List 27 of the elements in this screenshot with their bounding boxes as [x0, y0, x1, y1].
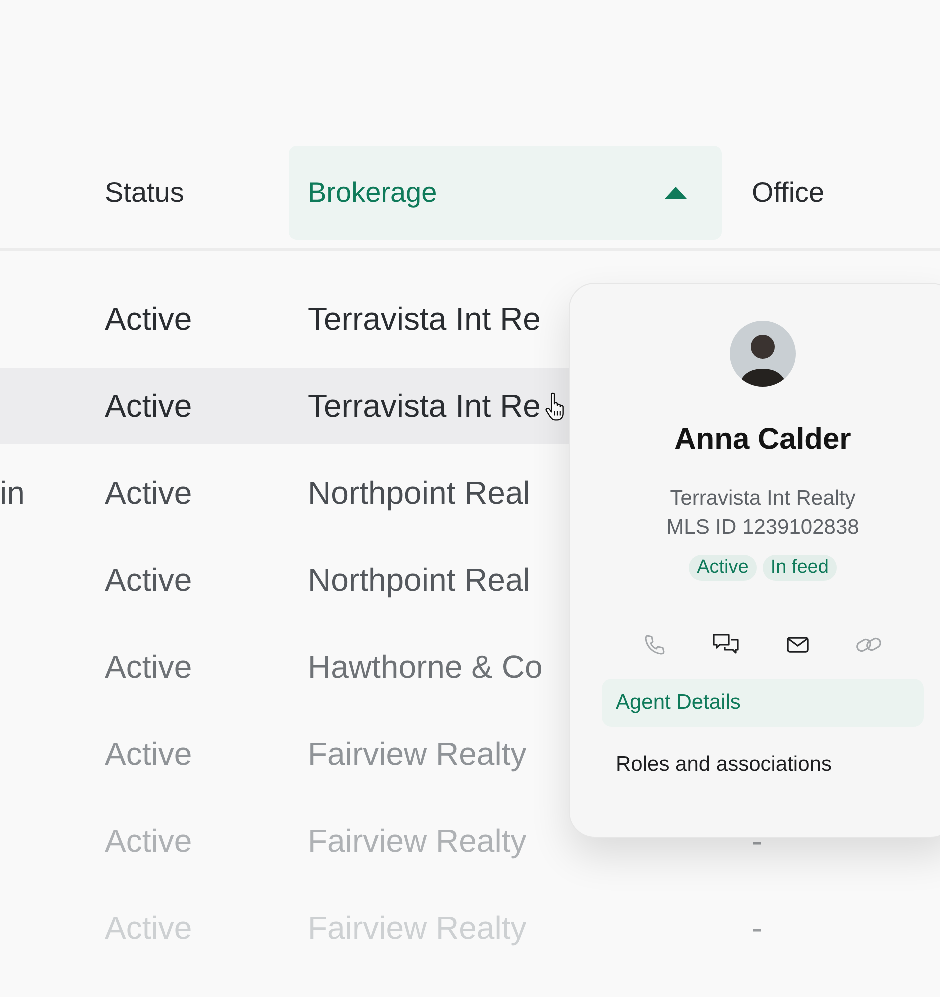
table-cell: - [752, 822, 763, 858]
table-cell: Northpoint Real [308, 474, 530, 510]
table-cell: Active [105, 648, 192, 684]
table-cell: Fairview Realty [308, 822, 527, 858]
table-cell: Active [105, 388, 192, 424]
menu-item[interactable]: Agent Details [602, 679, 924, 727]
table-cell: Northpoint Real [308, 562, 530, 598]
table-cell: Fairview Realty [308, 736, 527, 772]
table-cell: Active [105, 300, 192, 336]
hand-cursor-icon [545, 392, 567, 422]
agent-brokerage: Terravista Int Realty [670, 486, 856, 512]
column-header[interactable]: Status [105, 146, 289, 240]
mail-icon[interactable] [786, 635, 810, 655]
table-cell: Terravista Int Re [308, 388, 541, 424]
sorted-column-header[interactable]: Brokerage [289, 146, 722, 240]
menu-item[interactable]: Roles and associations [602, 741, 924, 789]
table-cell: in [0, 474, 25, 512]
table-cell: - [752, 910, 763, 946]
table-cell: Terravista Int Re [308, 300, 541, 336]
column-header[interactable]: Office [722, 146, 940, 240]
table-cell: Active [105, 822, 192, 858]
status-tag: Active [689, 555, 757, 581]
table-cell: Active [105, 474, 192, 510]
table-cell: Hawthorne & Co [308, 648, 543, 684]
table-cell: Active [105, 736, 192, 772]
table-cell: Active [105, 562, 192, 598]
status-tag: In feed [762, 555, 837, 581]
